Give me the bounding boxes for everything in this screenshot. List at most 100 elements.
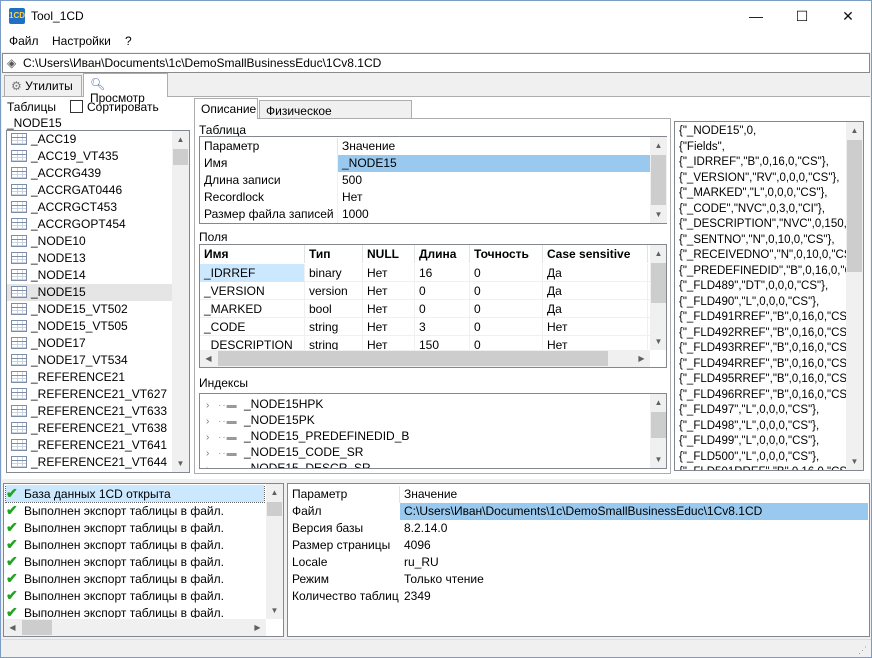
fields-column-header[interactable]: Имя <box>200 245 305 263</box>
fields-column-header[interactable]: Длина <box>415 245 470 263</box>
index-item[interactable]: › ··▬ _NODE15PK <box>206 412 315 429</box>
tables-list-scrollbar[interactable]: ▲ ▼ <box>172 131 189 472</box>
scroll-right-icon[interactable]: ▶ <box>249 619 266 636</box>
close-button[interactable]: ✕ <box>825 1 871 31</box>
scroll-thumb[interactable] <box>651 155 666 205</box>
scroll-left-icon[interactable]: ◀ <box>4 619 21 636</box>
scroll-up-icon[interactable]: ▲ <box>650 245 666 262</box>
table-list-item[interactable]: _ACCRGOPT454 <box>7 216 172 233</box>
scroll-thumb[interactable] <box>651 263 666 303</box>
index-item[interactable]: › ··▬ _NODE15_CODE_SR <box>206 444 363 461</box>
fields-hscrollbar[interactable]: ◀ ▶ <box>200 350 650 367</box>
table-list-item[interactable]: _ACCRGAT0446 <box>7 182 172 199</box>
db-info-row[interactable]: Количество таблиц 2349 <box>288 588 868 605</box>
table-list-item[interactable]: _REFERENCE21_VT641 <box>7 437 172 454</box>
field-row[interactable]: _MARKEDboolНет00Да1 <box>200 300 650 318</box>
table-list-item[interactable]: _NODE14 <box>7 267 172 284</box>
tab-utilities[interactable]: ⚙ Утилиты <box>4 75 82 97</box>
field-row[interactable]: _CODEstringНет30Нет8 <box>200 318 650 336</box>
log-list[interactable]: ✔ База данных 1CD открыта ✔ Выполнен экспор… <box>3 483 284 637</box>
table-list-item[interactable]: _REFERENCE21_VT638 <box>7 420 172 437</box>
log-entry[interactable]: ✔ База данных 1CD открыта <box>5 485 265 503</box>
table-prop-row[interactable]: Recordlock Нет <box>200 189 650 206</box>
table-list-item[interactable]: _NODE17_VT534 <box>7 352 172 369</box>
log-entry[interactable]: ✔ Выполнен экспорт таблицы в файл. <box>6 604 224 618</box>
scroll-up-icon[interactable]: ▲ <box>650 137 667 154</box>
scroll-down-icon[interactable]: ▼ <box>172 455 189 472</box>
fields-column-header[interactable]: Case sensitive <box>543 245 648 263</box>
scroll-down-icon[interactable]: ▼ <box>650 206 667 223</box>
fields-column-header[interactable]: NULL <box>363 245 415 263</box>
table-list-item[interactable]: _NODE15_VT505 <box>7 318 172 335</box>
scroll-down-icon[interactable]: ▼ <box>846 453 863 470</box>
maximize-button[interactable]: ☐ <box>779 1 825 31</box>
table-list-item[interactable]: _ACCRG439 <box>7 165 172 182</box>
field-row[interactable]: _DESCRIPTIONstringНет1500Нет3( <box>200 336 650 350</box>
table-list-item[interactable]: _REFERENCE21_VT627 <box>7 386 172 403</box>
minimize-button[interactable]: — <box>733 1 779 31</box>
fields-column-header[interactable]: Тип <box>305 245 363 263</box>
sort-checkbox[interactable] <box>70 100 83 113</box>
index-item[interactable]: ›··▬_NODE15_DESCR_SR <box>206 460 371 468</box>
definition-scrollbar[interactable]: ▲ ▼ <box>846 122 863 470</box>
scroll-thumb[interactable] <box>267 502 282 516</box>
table-list-item[interactable]: _NODE17 <box>7 335 172 352</box>
log-entry[interactable]: ✔ Выполнен экспорт таблицы в файл. <box>6 502 224 519</box>
log-entry[interactable]: ✔ Выполнен экспорт таблицы в файл. <box>6 587 224 604</box>
scroll-thumb[interactable] <box>22 620 52 635</box>
db-path[interactable]: C:\Users\Иван\Documents\1c\DemoSmallBusi… <box>23 56 381 70</box>
tab-physical[interactable]: Физическое представление <box>259 100 412 132</box>
table-list-item[interactable]: _REFERENCE21 <box>7 369 172 386</box>
table-prop-row[interactable]: Размер файла записей 1000 <box>200 206 650 223</box>
scroll-thumb[interactable] <box>847 140 862 272</box>
scroll-left-icon[interactable]: ◀ <box>200 350 217 367</box>
table-list-item[interactable]: _REFERENCE21_VT644 <box>7 454 172 471</box>
scroll-up-icon[interactable]: ▲ <box>172 131 189 148</box>
field-row[interactable]: _IDRREFbinaryНет160Да1( <box>200 264 650 282</box>
db-info-row[interactable]: Locale ru_RU <box>288 554 868 571</box>
table-list-item[interactable]: _NODE15 <box>7 284 172 301</box>
log-entry[interactable]: ✔ Выполнен экспорт таблицы в файл. <box>6 536 224 553</box>
resize-grip-icon[interactable]: ⋰ <box>858 645 868 655</box>
field-row[interactable]: _VERSIONversionНет00Да1( <box>200 282 650 300</box>
menu-settings[interactable]: Настройки <box>52 34 111 48</box>
scroll-down-icon[interactable]: ▼ <box>650 333 666 350</box>
indexes-tree[interactable]: › ··▬ _NODE15HPK › ··▬ _NODE15PK › ··▬ _NODE15_P… <box>199 393 667 469</box>
scroll-thumb[interactable] <box>651 412 666 438</box>
fields-vscrollbar[interactable]: ▲ ▼ <box>650 245 666 350</box>
table-prop-row[interactable]: Длина записи 500 <box>200 172 650 189</box>
db-info-row[interactable]: Файл C:\Users\Иван\Documents\1c\DemoSmall… <box>288 503 868 520</box>
menu-help[interactable]: ? <box>125 34 132 48</box>
tables-list[interactable]: _ACC19 _ACC19_VT435 _ACCRG439 _ACCRGAT0446 _… <box>6 130 190 473</box>
log-entry[interactable]: ✔ Выполнен экспорт таблицы в файл. <box>6 519 224 536</box>
scroll-right-icon[interactable]: ▶ <box>633 350 650 367</box>
table-definition-text[interactable]: {"_NODE15",0, {"Fields", {"_IDRREF","B",0,… <box>674 121 864 471</box>
menu-file[interactable]: Файл <box>9 34 39 48</box>
scroll-thumb[interactable] <box>173 149 188 165</box>
log-hscrollbar[interactable]: ◀ ▶ <box>4 619 266 636</box>
scroll-thumb[interactable] <box>218 351 608 366</box>
index-item[interactable]: › ··▬ _NODE15_PREDEFINEDID_B <box>206 428 409 445</box>
db-info-row[interactable]: Режим Только чтение <box>288 571 868 588</box>
expand-chevron-icon[interactable]: › <box>206 461 218 468</box>
table-list-item[interactable]: _NODE13 <box>7 250 172 267</box>
tab-description[interactable]: Описание <box>194 98 258 119</box>
table-list-item[interactable]: _NODE10 <box>7 233 172 250</box>
table-list-item[interactable]: _NODE15_VT502 <box>7 301 172 318</box>
scroll-up-icon[interactable]: ▲ <box>266 484 283 501</box>
table-prop-row[interactable]: Имя _NODE15 <box>200 155 650 172</box>
indexes-scrollbar[interactable]: ▲ ▼ <box>650 394 666 468</box>
log-entry[interactable]: ✔ Выполнен экспорт таблицы в файл. <box>6 553 224 570</box>
scroll-up-icon[interactable]: ▲ <box>846 122 863 139</box>
scroll-down-icon[interactable]: ▼ <box>650 451 666 468</box>
fields-column-header[interactable]: Точность <box>470 245 543 263</box>
table-props-scrollbar[interactable]: ▲ ▼ <box>650 137 667 223</box>
db-info-row[interactable]: Версия базы 8.2.14.0 <box>288 520 868 537</box>
index-item[interactable]: › ··▬ _NODE15HPK <box>206 396 323 413</box>
tab-view[interactable]: 🔍︎ Просмотр <box>83 73 168 105</box>
log-vscrollbar[interactable]: ▲ ▼ <box>266 484 283 619</box>
scroll-down-icon[interactable]: ▼ <box>266 602 283 619</box>
scroll-up-icon[interactable]: ▲ <box>650 394 666 411</box>
table-list-item[interactable]: _REFERENCE21_VT633 <box>7 403 172 420</box>
table-list-item[interactable]: _ACC19 <box>7 131 172 148</box>
